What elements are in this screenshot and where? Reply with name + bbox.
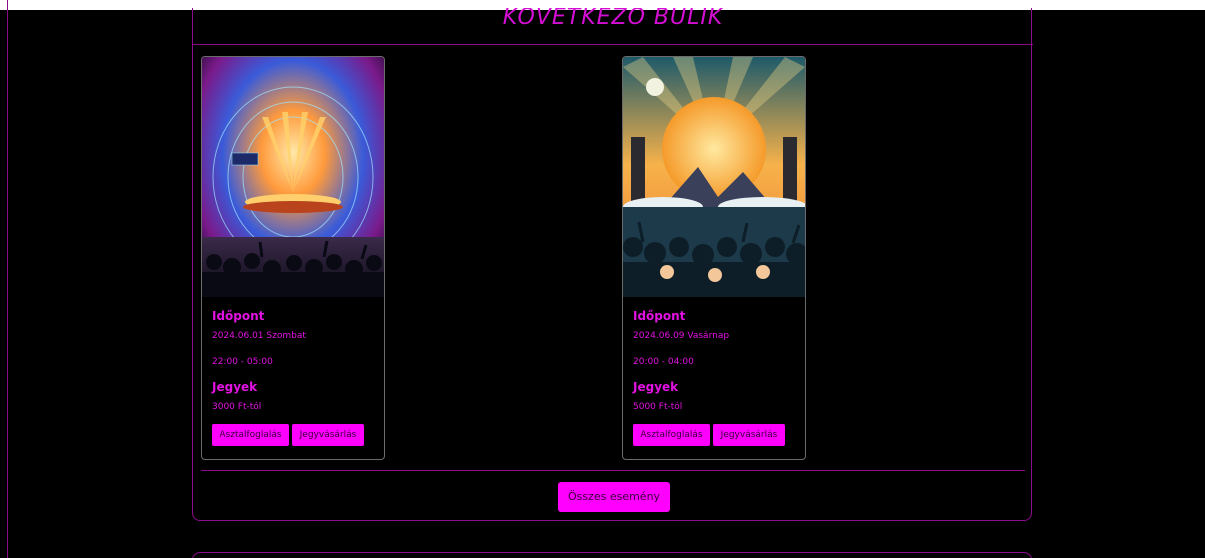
ticket-price: 5000 Ft-tól bbox=[633, 402, 683, 412]
rock-concert-poster-icon[interactable] bbox=[202, 57, 384, 297]
event-date: 2024.06.09 Vasárnap bbox=[633, 331, 730, 341]
title-divider bbox=[193, 44, 1033, 45]
tickets-label: Jegyek bbox=[212, 380, 258, 394]
time-label: Időpont bbox=[633, 309, 686, 323]
left-border-line bbox=[7, 0, 8, 558]
event-date: 2024.06.01 Szombat bbox=[212, 331, 306, 341]
time-label: Időpont bbox=[212, 309, 265, 323]
table-reservation-button[interactable]: Asztalfoglalás bbox=[212, 424, 289, 446]
ticket-purchase-button[interactable]: Jegyvásárlás bbox=[292, 424, 364, 446]
ticket-price: 3000 Ft-tól bbox=[212, 402, 262, 412]
tickets-label: Jegyek bbox=[633, 380, 679, 394]
ticket-purchase-button[interactable]: Jegyvásárlás bbox=[713, 424, 785, 446]
section-title: KÖVETKEZŐ BULIK bbox=[502, 8, 724, 30]
page: KÖVETKEZŐ BULIK Időpont 2024.06.01 Szomb… bbox=[0, 0, 1205, 558]
all-events-button[interactable]: Összes esemény bbox=[558, 482, 670, 512]
table-reservation-button[interactable]: Asztalfoglalás bbox=[633, 424, 710, 446]
event-card: Időpont 2024.06.09 Vasárnap 20:00 - 04:0… bbox=[622, 56, 806, 460]
event-card: Időpont 2024.06.01 Szombat 22:00 - 05:00… bbox=[201, 56, 385, 460]
upcoming-events-panel: KÖVETKEZŐ BULIK Időpont 2024.06.01 Szomb… bbox=[192, 8, 1033, 521]
event-hours: 22:00 - 05:00 bbox=[212, 357, 273, 367]
next-section-panel bbox=[192, 552, 1032, 558]
bottom-divider bbox=[201, 470, 1025, 471]
event-hours: 20:00 - 04:00 bbox=[633, 357, 694, 367]
sunset-festival-poster-icon[interactable] bbox=[623, 57, 805, 297]
